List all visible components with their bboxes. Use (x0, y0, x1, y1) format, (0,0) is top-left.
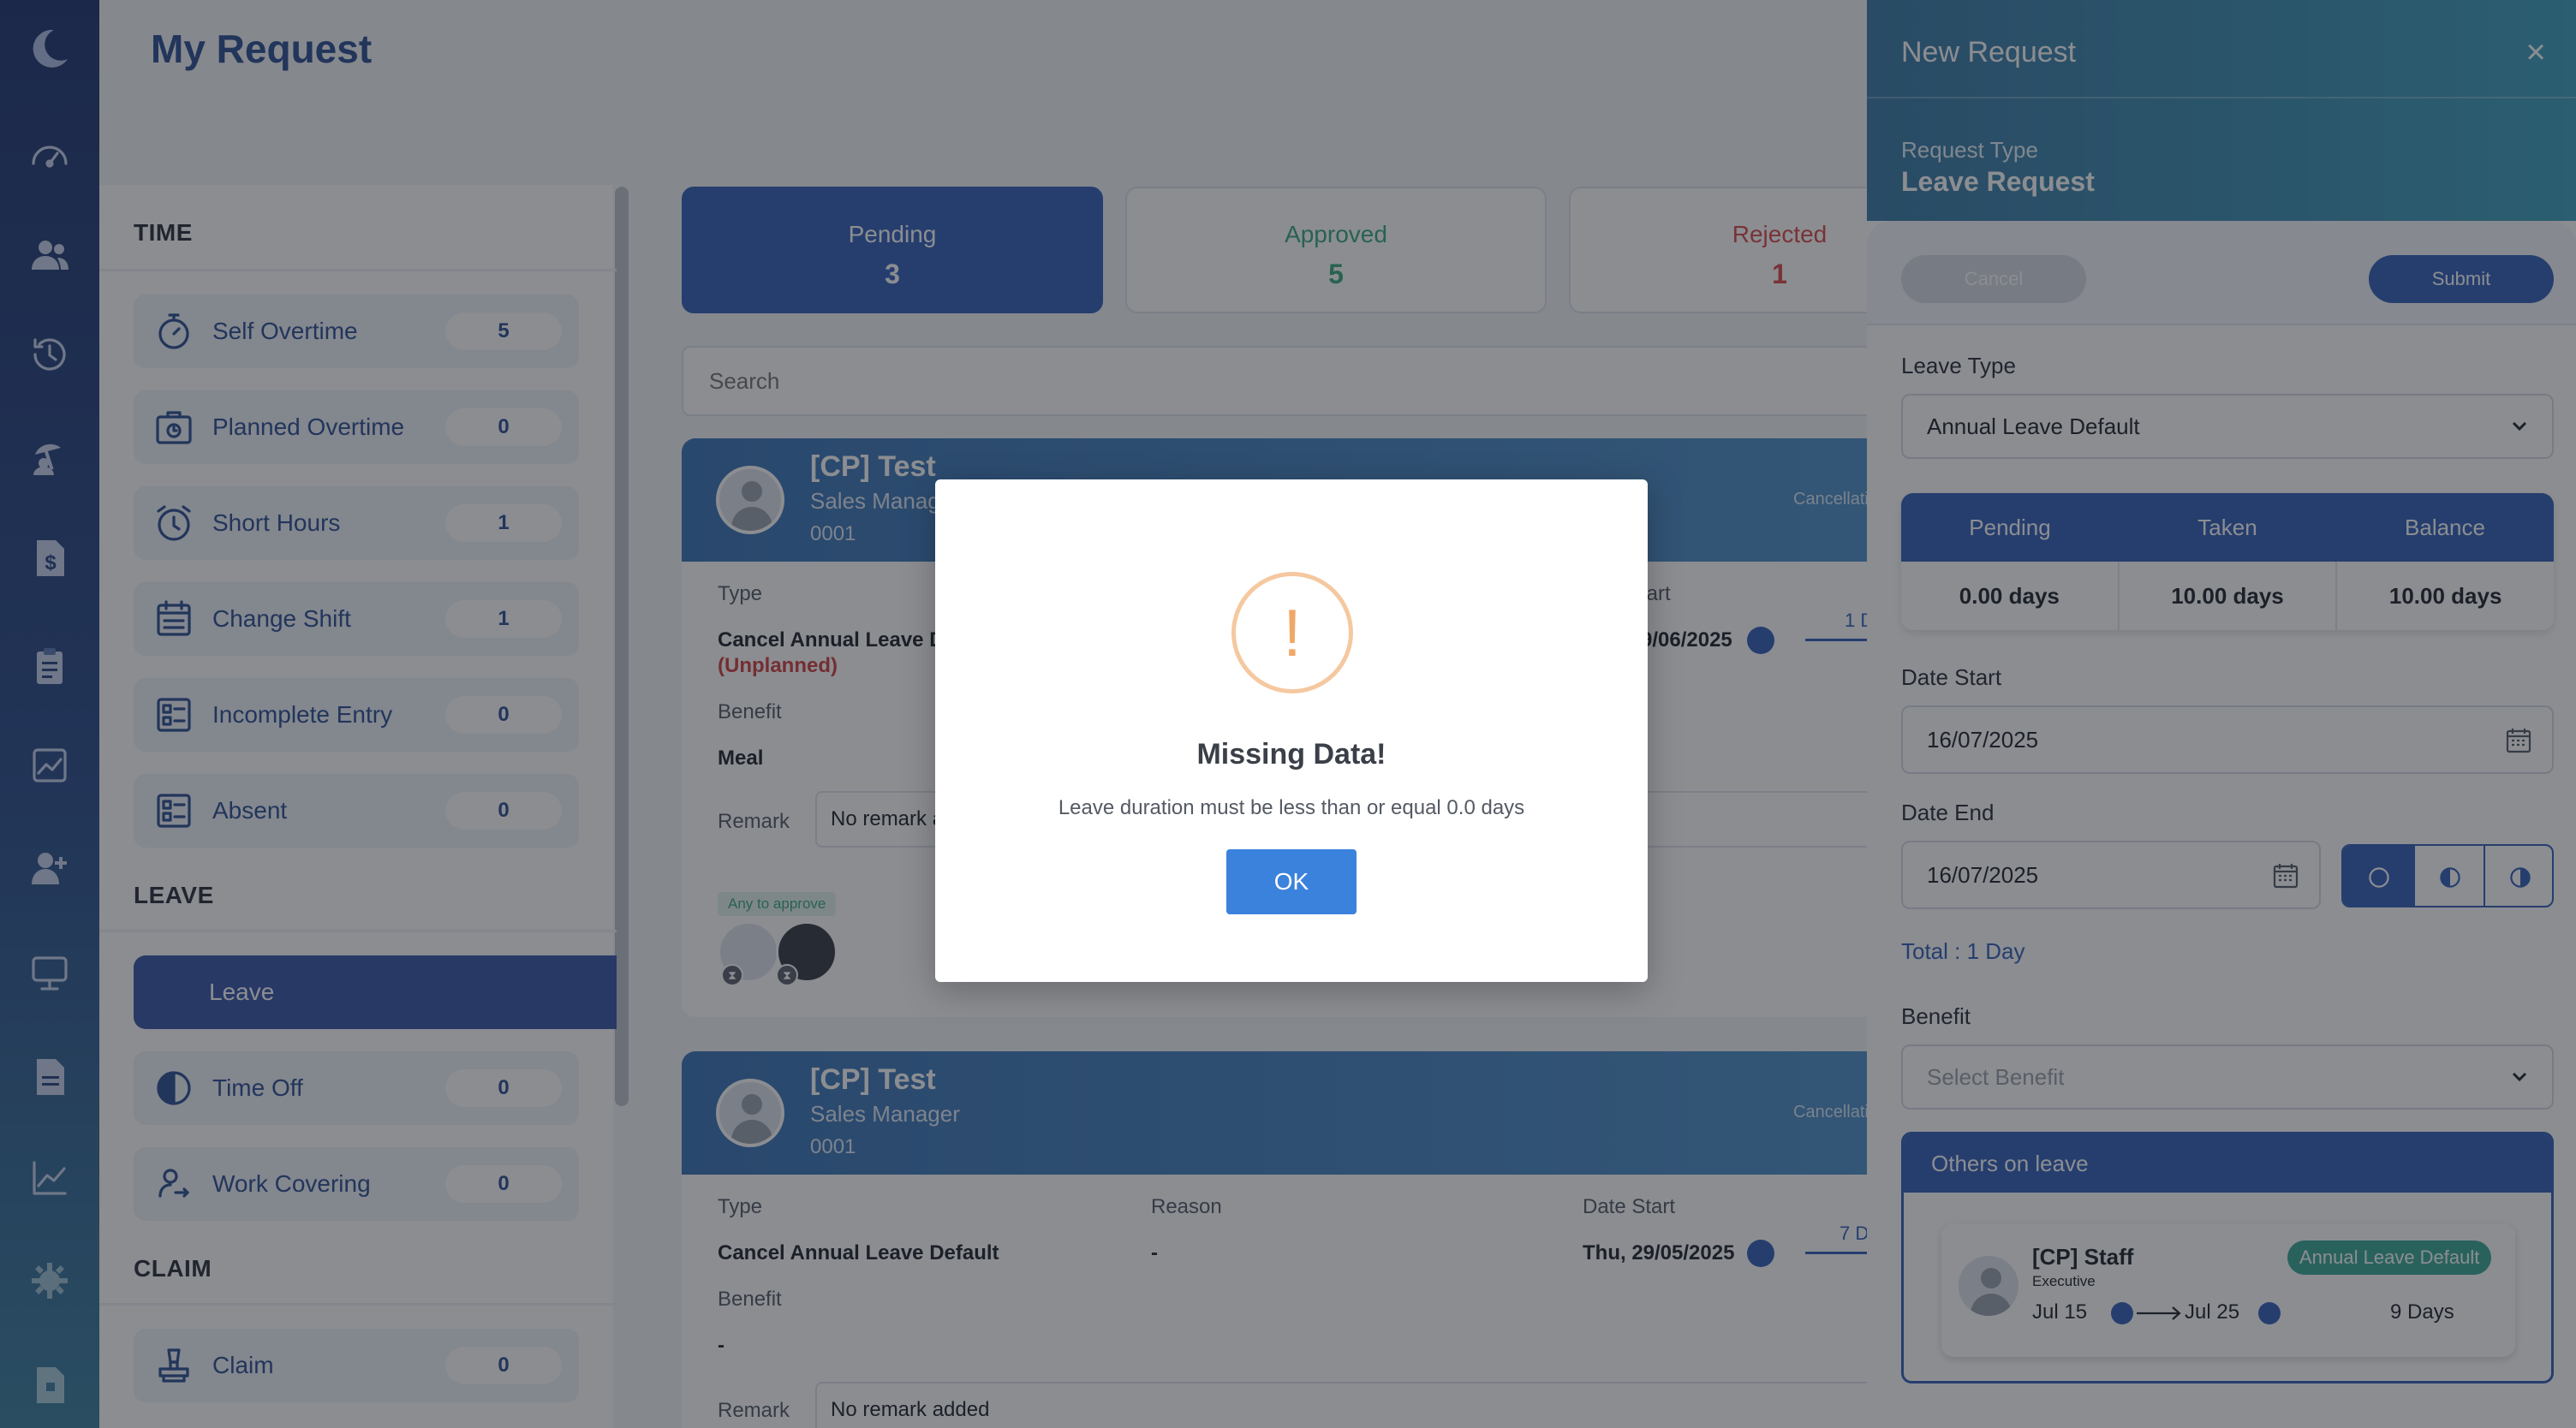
ok-button[interactable]: OK (1226, 849, 1357, 914)
missing-data-dialog: ! Missing Data! Leave duration must be l… (935, 479, 1648, 982)
dialog-message: Leave duration must be less than or equa… (1058, 796, 1525, 819)
warning-icon: ! (1231, 572, 1353, 693)
dialog-title: Missing Data! (1196, 738, 1386, 771)
